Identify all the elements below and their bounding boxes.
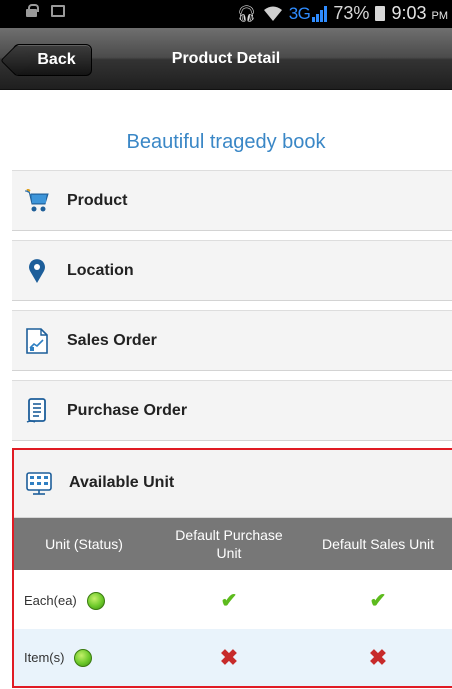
purchase-list-icon	[24, 397, 50, 424]
battery-icon	[375, 6, 386, 21]
cart-icon	[24, 188, 50, 214]
menu-item-location-label: Location	[67, 261, 134, 279]
menu-item-available-unit-label: Available Unit	[69, 474, 175, 491]
default-sales-cell: ✖	[304, 629, 452, 686]
default-purchase-cell: ✔	[154, 572, 304, 629]
menu-item-sales-order[interactable]: Sales Order	[12, 310, 452, 371]
menu-item-product-label: Product	[67, 191, 128, 209]
menu-item-purchase-order[interactable]: Purchase Order	[12, 380, 452, 441]
book-title: Beautiful tragedy book	[126, 131, 326, 153]
clock-ampm: PM	[431, 10, 449, 22]
unit-status-cell: Item(s)	[24, 629, 144, 686]
check-icon: ✔	[220, 590, 238, 612]
network-type: 3G	[288, 3, 311, 23]
column-header-default-sales-unit: Default Sales Unit	[321, 536, 435, 552]
menu-item-product[interactable]: Product	[12, 170, 452, 231]
unit-table-header: Unit (Status) Default Purchase Unit Defa…	[14, 518, 452, 570]
column-header-unit-status: Unit (Status)	[45, 536, 123, 552]
headphones-icon: 🎧︎	[236, 5, 257, 23]
default-purchase-cell: ✖	[154, 629, 304, 686]
menu-item-sales-order-label: Sales Order	[67, 331, 157, 349]
unit-grid-icon	[26, 471, 52, 497]
nav-bar: Product Detail Back	[0, 28, 452, 90]
cross-icon: ✖	[219, 644, 239, 670]
clock-time: 9:03	[391, 3, 427, 23]
unit-name: Each(ea)	[24, 593, 77, 608]
status-bar: 🎧︎ 3G 73% 9:03 PM	[0, 0, 452, 28]
clock: 9:03 PM	[391, 3, 448, 24]
cross-icon: ✖	[368, 644, 388, 670]
column-header-default-purchase-unit: Default Purchase Unit	[175, 527, 283, 561]
image-notification-icon	[51, 4, 65, 17]
back-button-label: Back	[37, 51, 76, 68]
table-row[interactable]: Each(ea) ✔ ✔	[14, 572, 452, 629]
back-button[interactable]: Back	[13, 44, 92, 76]
lock-icon	[26, 4, 39, 17]
menu-item-available-unit[interactable]: Available Unit	[14, 450, 452, 518]
wifi-icon	[263, 6, 282, 21]
menu-item-location[interactable]: Location	[12, 240, 452, 301]
unit-status-cell: Each(ea)	[24, 572, 144, 629]
table-row[interactable]: Item(s) ✖ ✖	[14, 629, 452, 686]
status-active-icon	[86, 591, 105, 610]
status-active-icon	[74, 648, 93, 667]
unit-name: Item(s)	[24, 650, 65, 665]
available-unit-section: Available Unit Unit (Status) Default Pur…	[12, 448, 452, 688]
sales-document-icon	[24, 327, 50, 354]
signal-icon	[312, 5, 328, 22]
menu-item-purchase-order-label: Purchase Order	[67, 401, 188, 419]
check-icon: ✔	[369, 590, 387, 612]
default-sales-cell: ✔	[304, 572, 452, 629]
battery-percent: 73%	[333, 3, 370, 23]
map-pin-icon	[24, 258, 50, 284]
